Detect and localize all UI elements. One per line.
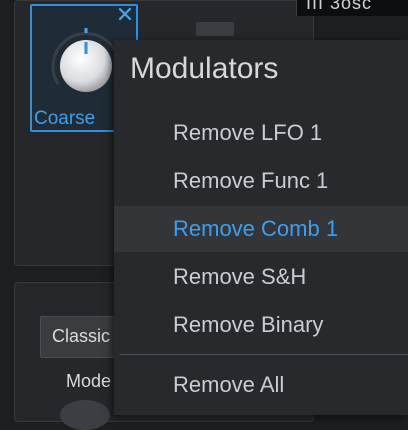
menu-title: Modulators [130, 52, 279, 85]
mode-dropdown-value: Classic [52, 326, 111, 346]
menu-separator [120, 354, 408, 355]
toggle-box[interactable] [196, 22, 234, 36]
preset-display-text: III 3osc [306, 0, 373, 13]
menu-item-remove-func-1[interactable]: Remove Func 1 [114, 158, 408, 204]
menu-item-remove-comb-1[interactable]: Remove Comb 1 [114, 206, 408, 252]
mode-knob[interactable] [60, 400, 110, 430]
menu-item-remove-binary[interactable]: Remove Binary [114, 302, 408, 348]
close-icon[interactable]: ✕ [114, 4, 136, 26]
menu-item-remove-lfo-1[interactable]: Remove LFO 1 [114, 110, 408, 156]
coarse-label: Coarse [34, 108, 96, 129]
mode-label: Mode [66, 371, 112, 391]
menu-item-remove-sh[interactable]: Remove S&H [114, 254, 408, 300]
menu-item-remove-all[interactable]: Remove All [114, 362, 408, 408]
